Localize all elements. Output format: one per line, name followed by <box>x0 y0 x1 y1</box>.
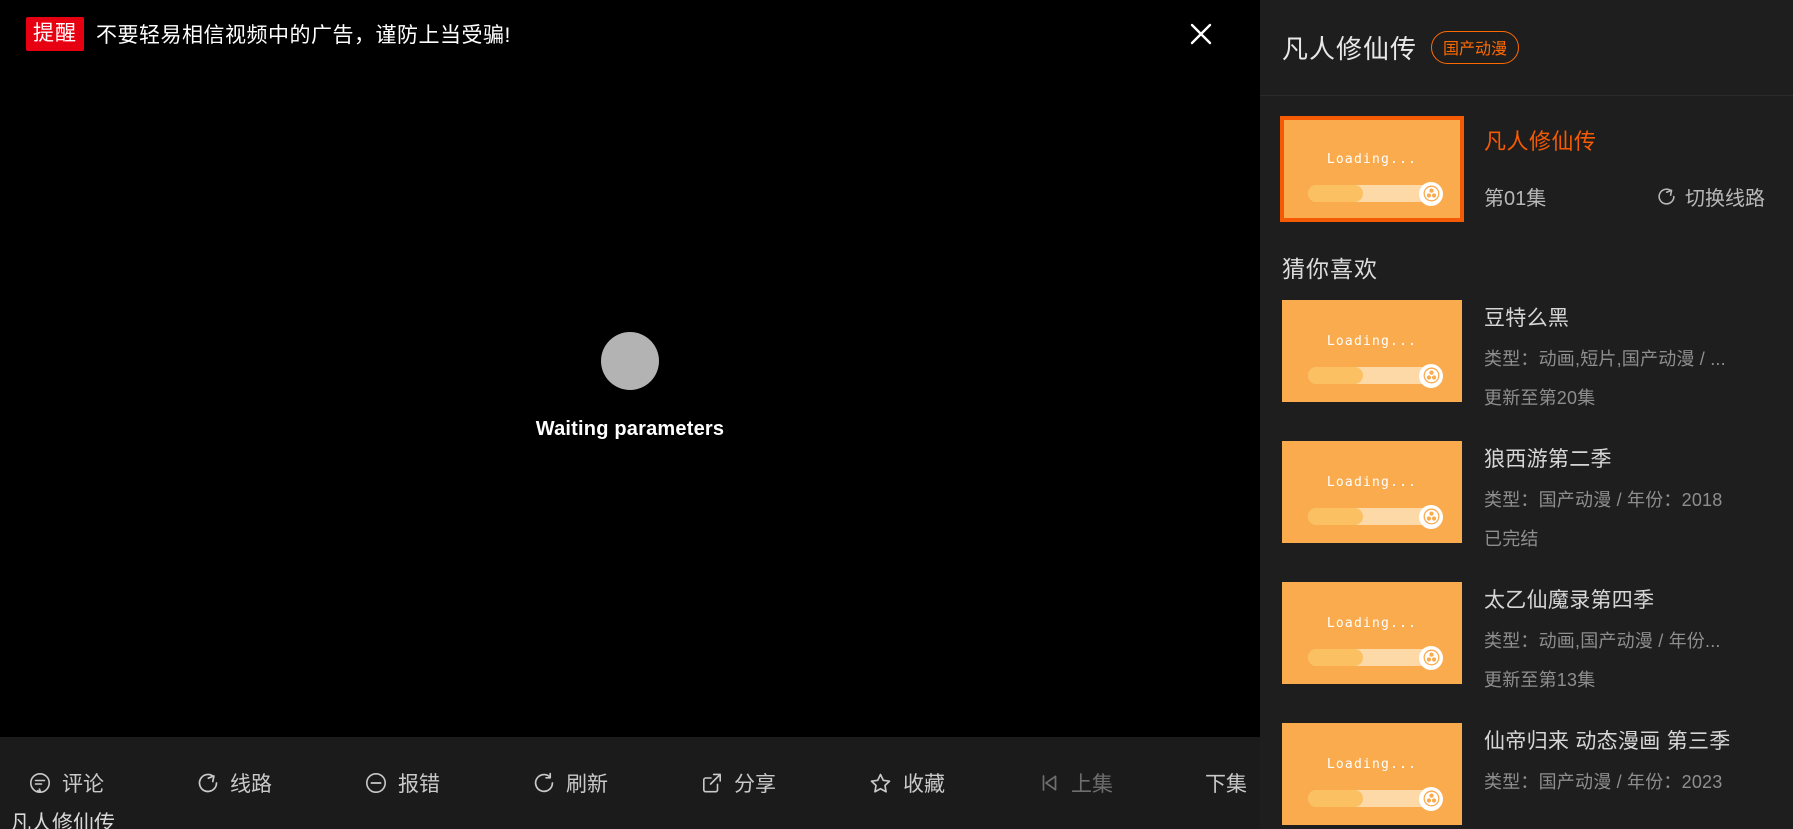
recommendation-meta: 类型：动画,短片,国产动漫 / ... <box>1484 349 1726 369</box>
warning-tag: 提醒 <box>26 17 84 51</box>
favorite-label: 收藏 <box>903 773 945 796</box>
sidebar-header: 凡人修仙传 国产动漫 <box>1260 0 1793 96</box>
thumbnail-progress-fill <box>1308 367 1363 384</box>
recommendation-status: 已完结 <box>1484 529 1539 549</box>
recommendation-meta: 类型：国产动漫 / 年份：2023 <box>1484 772 1723 792</box>
thumbnail-loading-text: Loading... <box>1326 334 1418 349</box>
thumbnail-progress-fill <box>1308 508 1363 525</box>
list-item[interactable]: Loading... 狼西游第二季 类型：国产动漫 / 年份：2018 已完结 <box>1282 441 1769 551</box>
recommendations-heading: 猜你喜欢 <box>1282 256 1378 282</box>
comment-label: 评论 <box>62 773 104 796</box>
recommendation-title: 太乙仙魔录第四季 <box>1484 589 1655 612</box>
switch-route-icon <box>1656 186 1677 207</box>
prev-episode-button[interactable]: 上集 <box>1037 768 1113 798</box>
favorite-button[interactable]: 收藏 <box>868 768 945 798</box>
list-item[interactable]: Loading... 太乙仙魔录第四季 类型：动画,国产动漫 / 年份... 更… <box>1282 582 1769 692</box>
recommendation-thumbnail[interactable]: Loading... <box>1282 441 1462 543</box>
recommendation-thumbnail[interactable]: Loading... <box>1282 300 1462 402</box>
prev-icon <box>1037 771 1061 795</box>
thumbnail-loading-text: Loading... <box>1326 475 1418 490</box>
share-button[interactable]: 分享 <box>700 768 776 798</box>
report-icon <box>364 771 388 795</box>
thumbnail-progress-bar <box>1308 363 1443 388</box>
thumbnail-loading-text: Loading... <box>1326 757 1418 772</box>
close-icon[interactable] <box>1184 17 1218 51</box>
thumbnail-progress-bar <box>1308 645 1443 670</box>
recommendation-title: 豆特么黑 <box>1484 307 1570 330</box>
share-label: 分享 <box>734 773 776 796</box>
thumbnail-progress-knob-icon <box>1419 363 1443 388</box>
video-stage[interactable]: Waiting parameters <box>0 68 1260 737</box>
thumbnail-progress-knob-icon <box>1419 786 1443 811</box>
current-item-title[interactable]: 凡人修仙传 <box>1484 124 1769 156</box>
recommendation-title: 仙帝归来 动态漫画 第三季 <box>1484 730 1731 753</box>
report-error-button[interactable]: 报错 <box>364 768 440 798</box>
series-title: 凡人修仙传 <box>1282 34 1418 64</box>
recommendation-info: 豆特么黑 类型：动画,短片,国产动漫 / ... 更新至第20集 <box>1484 300 1769 410</box>
thumbnail-progress-bar <box>1308 181 1443 206</box>
recommendation-status: 更新至第20集 <box>1484 388 1596 408</box>
next-episode-label: 下集 <box>1205 773 1247 796</box>
warning-message: 不要轻易相信视频中的广告，谨防上当受骗! <box>96 24 511 47</box>
thumbnail-progress-knob-icon <box>1419 504 1443 529</box>
thumbnail-progress-knob-icon <box>1419 181 1443 206</box>
current-playing-item[interactable]: Loading... 凡人修仙传 第01集 切换线路 <box>1260 96 1793 222</box>
list-item[interactable]: Loading... 豆特么黑 类型：动画,短片,国产动漫 / ... 更新至第… <box>1282 300 1769 410</box>
thumbnail-progress-knob-icon <box>1419 645 1443 670</box>
recommendation-title: 狼西游第二季 <box>1484 448 1612 471</box>
page-bottom-text: 凡人修仙传 <box>10 812 115 829</box>
recommendations-list: Loading... 豆特么黑 类型：动画,短片,国产动漫 / ... 更新至第… <box>1260 284 1793 825</box>
current-thumbnail[interactable]: Loading... <box>1280 116 1464 222</box>
current-episode-label: 第01集 <box>1484 188 1547 210</box>
recommendation-meta: 类型：动画,国产动漫 / 年份... <box>1484 631 1721 651</box>
list-item[interactable]: Loading... 仙帝归来 动态漫画 第三季 类型：国产动漫 / 年份：20… <box>1282 723 1769 825</box>
series-category-badge: 国产动漫 <box>1431 31 1520 64</box>
recommendation-thumbnail[interactable]: Loading... <box>1282 582 1462 684</box>
thumbnail-progress-bar <box>1308 786 1443 811</box>
recommendation-info: 太乙仙魔录第四季 类型：动画,国产动漫 / 年份... 更新至第13集 <box>1484 582 1769 692</box>
switch-route-label: 切换线路 <box>1685 188 1765 210</box>
page-content-peek: 凡人修仙传 <box>0 811 1260 829</box>
switch-route-button[interactable]: 切换线路 <box>1656 182 1769 211</box>
thumbnail-progress-fill <box>1308 185 1363 202</box>
refresh-icon <box>532 771 556 795</box>
recommendation-status: 更新至第13集 <box>1484 670 1596 690</box>
recommendation-meta: 类型：国产动漫 / 年份：2018 <box>1484 490 1723 510</box>
player-column: 提醒 不要轻易相信视频中的广告，谨防上当受骗! Waiting paramete… <box>0 0 1276 829</box>
share-icon <box>700 771 724 795</box>
thumbnail-progress-fill <box>1308 790 1363 807</box>
report-label: 报错 <box>398 773 440 796</box>
current-item-info: 凡人修仙传 第01集 切换线路 <box>1484 118 1769 220</box>
thumbnail-progress-bar <box>1308 504 1443 529</box>
route-icon <box>196 771 220 795</box>
recommendation-info: 狼西游第二季 类型：国产动漫 / 年份：2018 已完结 <box>1484 441 1769 551</box>
video-player-page: 提醒 不要轻易相信视频中的广告，谨防上当受骗! Waiting paramete… <box>0 0 1793 829</box>
thumbnail-progress-fill <box>1308 649 1363 666</box>
current-item-subrow: 第01集 切换线路 <box>1484 182 1769 211</box>
loading-indicator: Waiting parameters <box>536 332 724 441</box>
sidebar: 凡人修仙传 国产动漫 Loading... 凡人修仙传 第01集 切换线路 猜你… <box>1260 0 1793 829</box>
comment-icon <box>28 771 52 795</box>
refresh-label: 刷新 <box>566 773 608 796</box>
prev-episode-label: 上集 <box>1071 773 1113 796</box>
loading-spinner-icon <box>601 332 659 390</box>
ad-warning-banner: 提醒 不要轻易相信视频中的广告，谨防上当受骗! <box>0 0 1260 68</box>
star-icon <box>868 771 893 796</box>
route-button[interactable]: 线路 <box>196 768 272 798</box>
route-label: 线路 <box>230 773 272 796</box>
player-status-text: Waiting parameters <box>535 418 725 440</box>
recommendation-thumbnail[interactable]: Loading... <box>1282 723 1462 825</box>
comment-button[interactable]: 评论 <box>28 768 104 798</box>
thumbnail-loading-text: Loading... <box>1326 616 1418 631</box>
recommendation-info: 仙帝归来 动态漫画 第三季 类型：国产动漫 / 年份：2023 <box>1484 723 1769 825</box>
refresh-button[interactable]: 刷新 <box>532 768 608 798</box>
thumbnail-loading-text: Loading... <box>1326 152 1418 167</box>
